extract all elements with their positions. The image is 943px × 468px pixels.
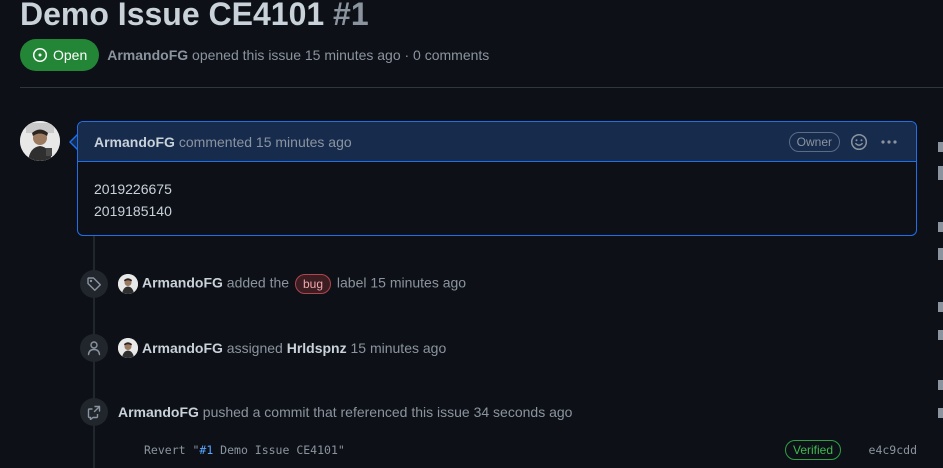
avatar-image [118,274,138,294]
assignee-link[interactable]: Hrldspnz [287,340,347,356]
smiley-icon [850,133,868,151]
verified-badge[interactable]: Verified [785,440,842,460]
commit-message-prefix: Revert " [144,443,200,457]
bug-label[interactable]: bug [294,274,331,294]
avatar[interactable] [20,121,60,161]
event-detail: 15 minutes ago [350,340,447,356]
state-label: Open [53,47,88,63]
comment-body: 2019226675 2019185140 [78,162,916,238]
comment-author-link[interactable]: ArmandoFG [94,134,175,150]
person-icon [87,341,101,356]
issue-opened-icon [32,47,48,63]
sidebar-fragment [938,408,943,418]
add-reaction-button[interactable] [850,133,868,151]
event-detail: pushed a commit that referenced this iss… [202,404,573,420]
event-badge [80,270,108,298]
sidebar-fragment [938,248,943,260]
event-badge [80,398,108,426]
issue-title-text: Demo Issue CE4101 [20,0,325,32]
commit-message-suffix: Demo Issue CE4101" [213,443,345,457]
issue-title: Demo Issue CE4101 #1 [20,0,369,36]
sidebar-fragment [938,302,943,312]
event-detail: label 15 minutes ago [336,274,467,291]
event-action: added the [226,274,290,291]
comment-line: 2019185140 [94,203,172,219]
commit-message-link[interactable]: Revert "#1 Demo Issue CE4101" [144,440,345,460]
owner-badge: Owner [788,132,840,152]
event-author-link[interactable]: ArmandoFG [142,340,223,356]
sidebar-fragment [938,166,943,180]
comment-options-button[interactable] [880,133,898,151]
commit-issue-link[interactable]: #1 [199,443,213,457]
avatar[interactable] [118,338,138,358]
event-text: ArmandoFG added the bug label 15 minutes… [142,274,466,294]
tag-icon [87,277,101,291]
header-divider [20,87,943,88]
event-action: assigned [226,340,283,356]
comment-line: 2019226675 [94,181,172,197]
assigned-event: ArmandoFG assigned Hrldspnz 15 minutes a… [80,334,446,362]
sidebar-fragment [938,142,943,152]
comment-header: ArmandoFG commented 15 minutes ago Owner [78,122,916,162]
issue-meta-detail: opened this issue 15 minutes ago · 0 com… [192,47,490,63]
avatar-image [20,121,60,161]
open-state-badge: Open [20,39,100,71]
avatar[interactable] [118,274,138,294]
commit-sha-link[interactable]: e4c9cdd [869,440,917,460]
commit-row: Revert "#1 Demo Issue CE4101" Verified e… [144,440,917,460]
event-text: ArmandoFG pushed a commit that reference… [118,404,572,420]
event-text: ArmandoFG assigned Hrldspnz 15 minutes a… [142,340,446,356]
avatar-image [118,338,138,358]
event-badge [80,334,108,362]
event-author-link[interactable]: ArmandoFG [118,404,199,420]
kebab-horizontal-icon [881,140,897,144]
labeled-event: ArmandoFG added the bug label 15 minutes… [80,270,466,298]
cross-reference-icon [87,405,101,420]
issue-meta: Open ArmandoFG opened this issue 15 minu… [20,39,489,71]
sidebar-fragment [938,222,943,232]
sidebar-fragment [938,380,943,390]
event-author-link[interactable]: ArmandoFG [142,275,223,291]
issue-number: #1 [333,0,369,32]
referenced-event: ArmandoFG pushed a commit that reference… [80,398,572,426]
issue-page: Demo Issue CE4101 #1 Open ArmandoFG open… [0,0,943,468]
issue-comment: ArmandoFG commented 15 minutes ago Owner [77,121,917,236]
issue-author-link[interactable]: ArmandoFG [107,47,188,63]
comment-timestamp[interactable]: commented 15 minutes ago [179,134,352,150]
issue-meta-text: ArmandoFG opened this issue 15 minutes a… [107,47,489,63]
sidebar-fragment [938,330,943,340]
